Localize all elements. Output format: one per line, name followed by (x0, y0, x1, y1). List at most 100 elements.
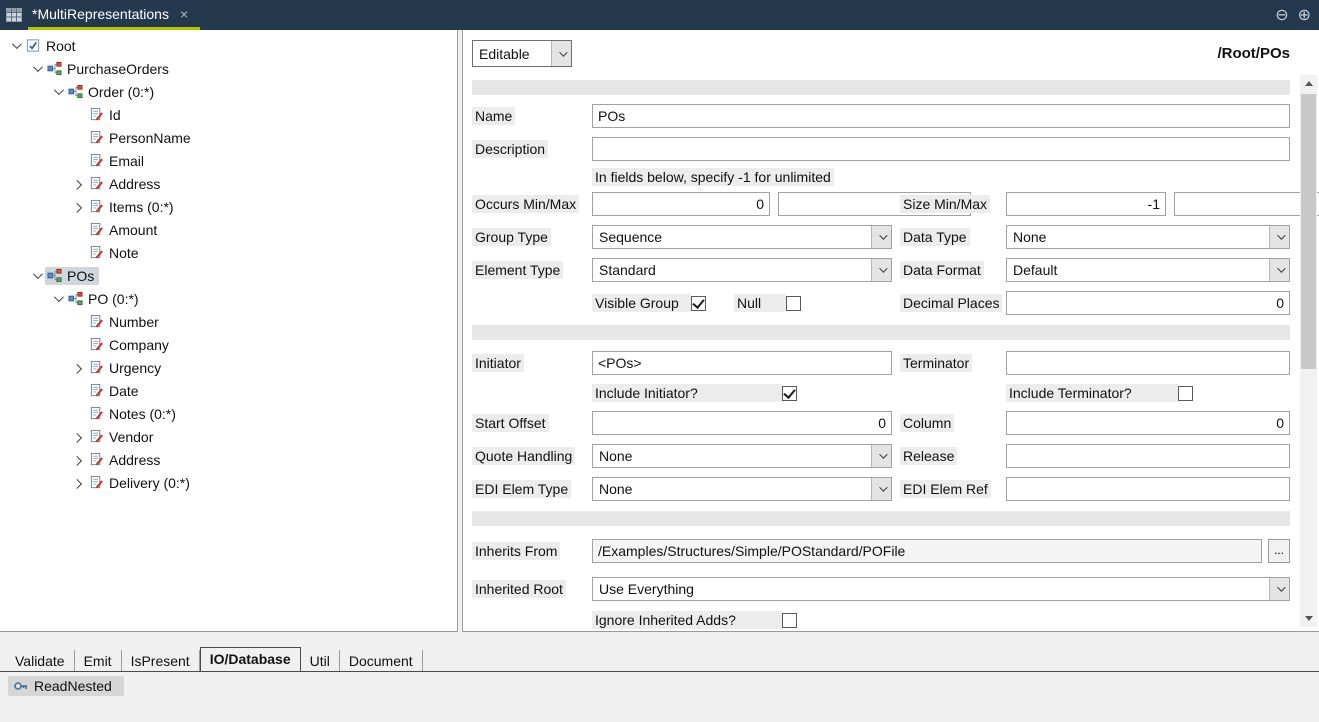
size-min-input[interactable] (1006, 192, 1166, 216)
inherits-from-label: Inherits From (472, 542, 560, 560)
chevron-down-icon[interactable] (1269, 578, 1289, 600)
tree-item-email[interactable]: Email (0, 149, 457, 172)
structure-tree-pane: Root PurchaseOrders Order (0:*) Id Perso… (0, 30, 458, 632)
release-input[interactable] (1006, 444, 1290, 468)
name-label: Name (472, 107, 515, 125)
browse-button[interactable]: ... (1268, 539, 1290, 563)
chevron-down-icon[interactable] (27, 60, 45, 78)
inherits-from-input[interactable] (592, 539, 1262, 563)
chevron-down-icon[interactable] (871, 478, 891, 500)
chevron-down-icon[interactable] (871, 226, 891, 248)
tab-document[interactable]: Document (340, 650, 423, 671)
tree-item-address-2[interactable]: Address (0, 448, 457, 471)
chevron-down-icon[interactable] (871, 259, 891, 281)
tree-item-items[interactable]: Items (0:*) (0, 195, 457, 218)
include-initiator-checkbox[interactable] (782, 386, 797, 401)
column-input[interactable] (1006, 411, 1290, 435)
chevron-down-icon[interactable] (6, 37, 24, 55)
bottom-tab-strip: Validate Emit IsPresent IO/Database Util… (0, 647, 1319, 672)
maximize-button[interactable]: ⊕ (1298, 5, 1311, 25)
element-type-select[interactable]: Standard (592, 258, 892, 282)
chevron-down-icon[interactable] (551, 41, 571, 66)
edi-elem-ref-label: EDI Elem Ref (900, 480, 991, 498)
tree-item-po[interactable]: PO (0:*) (0, 287, 457, 310)
section-divider (472, 511, 1290, 526)
data-type-select[interactable]: None (1006, 225, 1290, 249)
tree-item-amount[interactable]: Amount (0, 218, 457, 241)
scroll-down-button[interactable] (1300, 610, 1317, 627)
tree-item-number[interactable]: Number (0, 310, 457, 333)
field-icon (89, 406, 104, 421)
scroll-up-button[interactable] (1300, 75, 1317, 92)
data-type-label: Data Type (900, 228, 970, 246)
occurs-min-input[interactable] (592, 192, 770, 216)
field-icon (89, 222, 104, 237)
chevron-down-icon[interactable] (1269, 259, 1289, 281)
tab-ispresent[interactable]: IsPresent (122, 650, 200, 671)
chevron-right-icon[interactable] (69, 198, 87, 216)
tab-io-database[interactable]: IO/Database (200, 647, 301, 672)
tree-item-date[interactable]: Date (0, 379, 457, 402)
close-icon[interactable]: × (180, 6, 188, 22)
group-type-select[interactable]: Sequence (592, 225, 892, 249)
decimal-places-input[interactable] (1006, 291, 1290, 315)
vertical-scrollbar[interactable] (1300, 75, 1317, 627)
description-input[interactable] (592, 137, 1290, 161)
edi-elem-type-select[interactable]: None (592, 477, 892, 501)
field-icon (89, 475, 104, 490)
chevron-down-icon[interactable] (1269, 226, 1289, 248)
inherited-root-select[interactable]: Use Everything (592, 577, 1290, 601)
data-format-select[interactable]: Default (1006, 258, 1290, 282)
tree-item-id[interactable]: Id (0, 103, 457, 126)
editable-select[interactable]: Editable (472, 40, 572, 67)
inherited-root-label: Inherited Root (472, 580, 566, 598)
name-input[interactable] (592, 104, 1290, 128)
tree-item-notes[interactable]: Notes (0:*) (0, 402, 457, 425)
tab-emit[interactable]: Emit (75, 650, 122, 671)
visible-group-checkbox[interactable] (691, 296, 706, 311)
tree-item-personname[interactable]: PersonName (0, 126, 457, 149)
structure-icon (47, 268, 62, 283)
tree-item-address[interactable]: Address (0, 172, 457, 195)
tree-item-purchaseorders[interactable]: PurchaseOrders (0, 57, 457, 80)
tree-item-vendor[interactable]: Vendor (0, 425, 457, 448)
minimize-button[interactable]: ⊖ (1275, 5, 1288, 25)
chevron-right-icon[interactable] (69, 359, 87, 377)
chevron-down-icon[interactable] (48, 83, 66, 101)
ignore-inherited-adds-label: Ignore Inherited Adds? (592, 611, 782, 629)
chevron-right-icon[interactable] (69, 175, 87, 193)
script-item-readnested[interactable]: ReadNested (8, 676, 124, 696)
tree-item-delivery[interactable]: Delivery (0:*) (0, 471, 457, 494)
tab-util[interactable]: Util (301, 650, 340, 671)
tab-validate[interactable]: Validate (6, 650, 75, 671)
null-checkbox[interactable] (786, 296, 801, 311)
chevron-right-icon[interactable] (69, 474, 87, 492)
tree-item-note[interactable]: Note (0, 241, 457, 264)
chevron-right-icon[interactable] (69, 428, 87, 446)
tree-item-root[interactable]: Root (0, 34, 457, 57)
terminator-label: Terminator (900, 354, 972, 372)
start-offset-label: Start Offset (472, 414, 549, 432)
start-offset-input[interactable] (592, 411, 892, 435)
tree-item-company[interactable]: Company (0, 333, 457, 356)
scrollbar-track[interactable] (1300, 92, 1317, 610)
size-max-input[interactable] (1174, 192, 1319, 216)
include-terminator-checkbox[interactable] (1178, 386, 1193, 401)
terminator-input[interactable] (1006, 351, 1290, 375)
initiator-input[interactable] (592, 351, 892, 375)
tree-item-urgency[interactable]: Urgency (0, 356, 457, 379)
chevron-down-icon[interactable] (871, 445, 891, 467)
structure-icon (47, 61, 62, 76)
tree-item-pos[interactable]: POs (0, 264, 457, 287)
chevron-right-icon[interactable] (69, 451, 87, 469)
chevron-down-icon[interactable] (27, 267, 45, 285)
quote-handling-label: Quote Handling (472, 447, 575, 465)
element-type-label: Element Type (472, 261, 563, 279)
document-tab[interactable]: *MultiRepresentations × (28, 0, 200, 30)
scrollbar-thumb[interactable] (1301, 94, 1316, 369)
edi-elem-ref-input[interactable] (1006, 477, 1290, 501)
quote-handling-select[interactable]: None (592, 444, 892, 468)
chevron-down-icon[interactable] (48, 290, 66, 308)
tree-item-order[interactable]: Order (0:*) (0, 80, 457, 103)
ignore-inherited-adds-checkbox[interactable] (782, 613, 797, 628)
